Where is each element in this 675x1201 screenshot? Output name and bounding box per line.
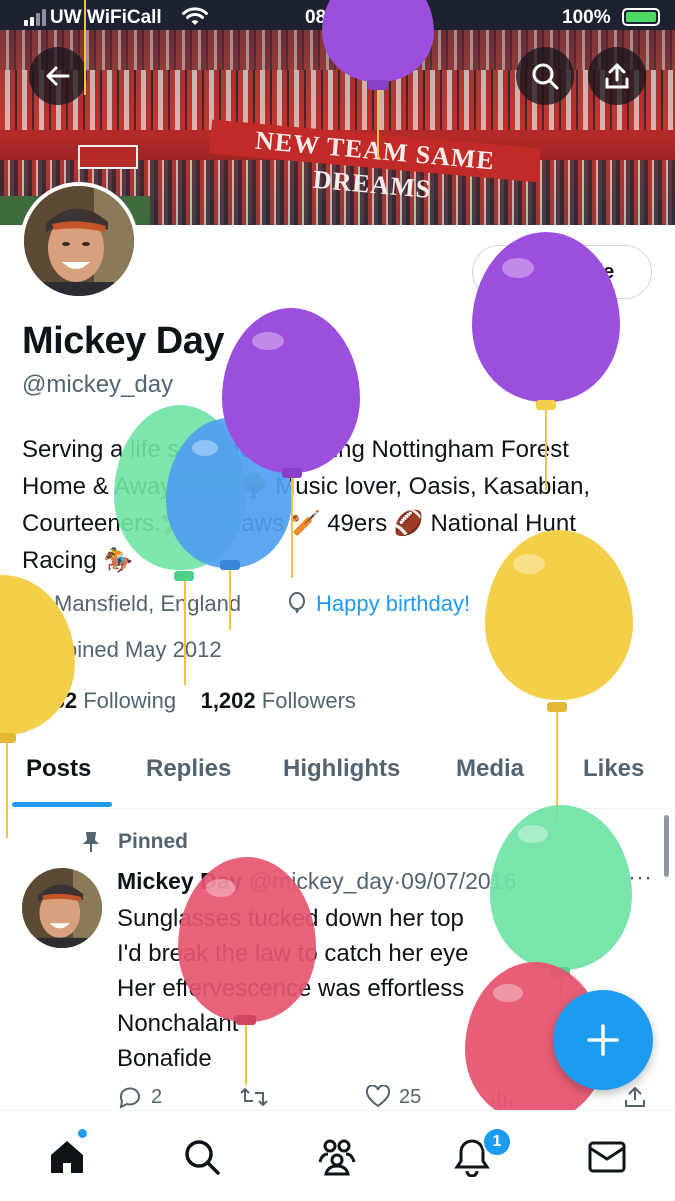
birthday-balloon-yellow-right [485, 530, 633, 822]
pin-icon [83, 832, 99, 852]
battery-percent: 100% [562, 7, 611, 28]
reply-button[interactable]: 2 [117, 1085, 162, 1109]
compose-post-button[interactable] [553, 990, 653, 1090]
avatar-photo [24, 186, 134, 296]
birthday-balloon-string [70, 0, 100, 105]
birthday-balloon-yellow-left [0, 575, 75, 840]
scoreboard [78, 145, 138, 169]
tab-replies[interactable]: Replies [146, 755, 231, 783]
tab-highlights[interactable]: Highlights [283, 755, 400, 783]
profile-avatar[interactable] [20, 182, 138, 300]
bottom-navigation: 1 [0, 1110, 675, 1201]
reply-icon [119, 1087, 140, 1109]
birthday-balloon-purple-center [222, 308, 360, 578]
envelope-icon [588, 1141, 626, 1173]
battery-icon [622, 8, 660, 26]
search-button[interactable] [516, 47, 574, 105]
plus-icon [587, 1024, 619, 1056]
communities-icon [318, 1139, 356, 1176]
followers-link[interactable]: 1,202 Followers [201, 688, 356, 713]
birthday-balloon-red-center [178, 857, 316, 1087]
birthday-balloon-purple-right [472, 232, 620, 492]
nav-home[interactable] [45, 1135, 89, 1179]
scrollbar[interactable] [664, 815, 669, 877]
nav-communities[interactable] [315, 1135, 359, 1179]
share-icon [605, 63, 629, 89]
reply-count: 2 [151, 1085, 163, 1108]
like-count: 25 [399, 1085, 422, 1108]
home-unread-dot [78, 1129, 87, 1138]
avatar-photo [22, 868, 102, 948]
following-label: Following [83, 688, 177, 713]
post-header: Mickey Day @mickey_day·09/07/2016 [117, 868, 517, 894]
search-icon [532, 63, 559, 90]
home-icon [51, 1141, 83, 1173]
repost-icon [240, 1087, 268, 1107]
profile-name: Mickey Day [22, 320, 225, 362]
notifications-badge: 1 [482, 1127, 512, 1157]
like-button[interactable]: 25 [365, 1085, 421, 1109]
birthday-balloon-purple-top [322, 0, 434, 180]
profile-handle: @mickey_day [22, 371, 174, 398]
search-icon [185, 1140, 220, 1175]
cellular-signal-icon [24, 8, 46, 26]
share-button[interactable] [588, 47, 646, 105]
carrier-label: UW WiFiCall [50, 7, 162, 28]
repost-button[interactable] [239, 1085, 269, 1109]
profile-birthday: Happy birthday! [286, 591, 470, 617]
followers-count: 1,202 [200, 688, 256, 713]
nav-messages[interactable] [585, 1135, 629, 1179]
heart-icon [365, 1085, 391, 1108]
birthday-text[interactable]: Happy birthday! [316, 591, 470, 617]
wifi-icon [182, 7, 208, 25]
share-post-button[interactable] [623, 1085, 647, 1109]
nav-search[interactable] [180, 1135, 224, 1179]
pinned-indicator: Pinned [80, 830, 188, 854]
followers-label: Followers [261, 688, 356, 713]
arrow-left-icon [46, 66, 70, 86]
post-author-avatar[interactable] [22, 868, 102, 948]
pinned-label: Pinned [118, 830, 189, 853]
share-icon [625, 1086, 645, 1107]
